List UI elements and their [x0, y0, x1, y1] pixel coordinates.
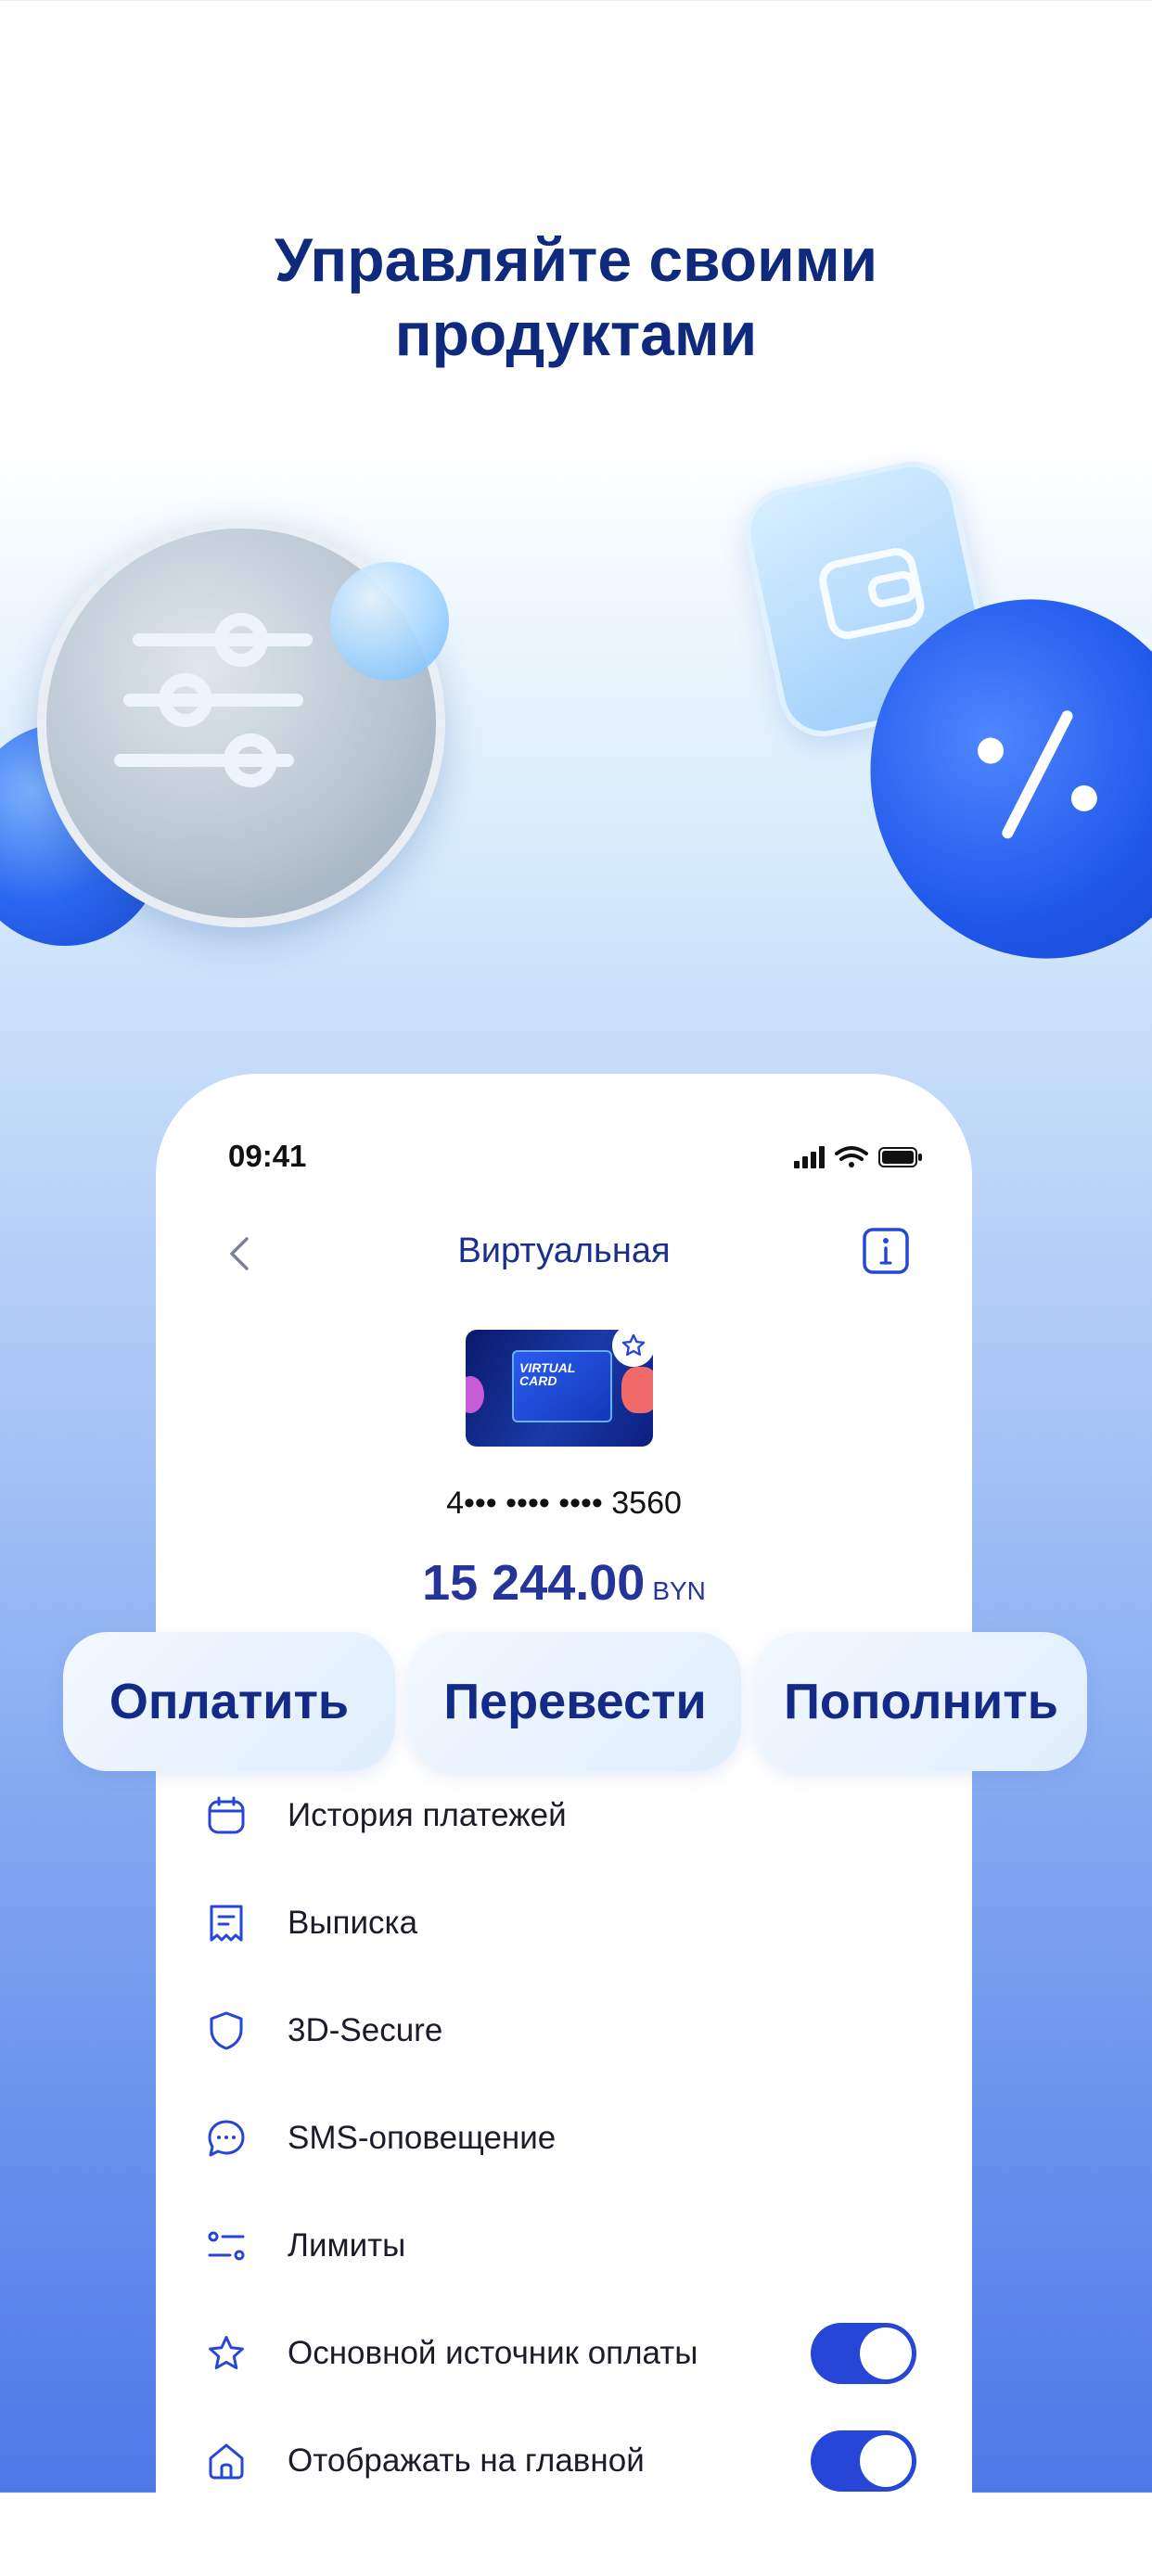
page-title: Виртуальная: [457, 1231, 671, 1270]
info-icon: [863, 1228, 909, 1274]
info-button[interactable]: [861, 1226, 911, 1276]
status-time: 09:41: [228, 1139, 307, 1173]
signal-icon: [794, 1146, 825, 1168]
percent-icon: [978, 710, 1097, 839]
calendar-icon: [204, 1793, 249, 1838]
card-decoration: [621, 1367, 653, 1413]
card-image-text-line2: CARD: [519, 1373, 557, 1388]
toggle-knob: [860, 2435, 912, 2487]
sliders-icon: [114, 613, 313, 787]
menu-item-show-on-main: Отображать на главной: [156, 2407, 972, 2515]
card-image-text: VIRTUAL CARD: [519, 1361, 575, 1387]
card-balance: 15 244.00 BYN: [156, 1554, 972, 1612]
small-sphere-decoration: [330, 562, 449, 681]
status-icons: [794, 1144, 924, 1175]
star-icon: [204, 2331, 249, 2376]
favorite-card-button[interactable]: [612, 1324, 655, 1367]
menu-item-main-payment-source: Основной источник оплаты: [156, 2300, 972, 2407]
transfer-button[interactable]: Перевести: [409, 1632, 741, 1771]
promo-headline: Управляйте своими продуктами: [0, 223, 1152, 371]
card-number: 4••• •••• •••• 3560: [446, 1486, 682, 1521]
menu-item-label: Выписка: [288, 1905, 418, 1941]
receipt-icon: [204, 1901, 249, 1945]
main-payment-source-toggle[interactable]: [811, 2323, 916, 2384]
menu-item-sms-notification[interactable]: SMS-оповещение: [156, 2085, 972, 2192]
pay-button[interactable]: Оплатить: [63, 1632, 395, 1771]
menu-item-limits[interactable]: Лимиты: [156, 2192, 972, 2300]
menu-item-label: Отображать на главной: [288, 2442, 645, 2479]
menu-item-statement[interactable]: Выписка: [156, 1869, 972, 1977]
balance-amount: 15 244.00: [422, 1555, 646, 1611]
battery-icon: [878, 1147, 922, 1167]
top-up-button[interactable]: Пополнить: [755, 1632, 1087, 1771]
wifi-icon: [835, 1146, 868, 1167]
menu-item-label: История платежей: [288, 1797, 567, 1833]
chat-icon: [204, 2116, 249, 2161]
card-options-list: История платежей Выписка 3D-Secure SMS-о…: [156, 1762, 972, 2515]
headline-line-1: Управляйте своими: [274, 225, 878, 294]
menu-item-payment-history[interactable]: История платежей: [156, 1762, 972, 1869]
menu-item-3d-secure[interactable]: 3D-Secure: [156, 1977, 972, 2085]
balance-currency: BYN: [652, 1576, 706, 1605]
card-decoration: [466, 1376, 484, 1413]
menu-item-label: SMS-оповещение: [288, 2120, 557, 2156]
menu-item-label: Лимиты: [288, 2227, 406, 2264]
status-bar: 09:41: [156, 1074, 972, 1176]
card-image-text-line1: VIRTUAL: [519, 1360, 576, 1375]
menu-item-label: Основной источник оплаты: [288, 2335, 698, 2371]
headline-line-2: продуктами: [394, 300, 758, 368]
star-icon: [621, 1333, 646, 1357]
home-icon: [204, 2439, 249, 2483]
show-on-main-toggle[interactable]: [811, 2430, 916, 2492]
sliders-icon: [204, 2224, 249, 2268]
wallet-icon: [819, 548, 925, 640]
shield-icon: [204, 2009, 249, 2053]
menu-item-label: 3D-Secure: [288, 2012, 443, 2048]
top-nav: Виртуальная: [156, 1213, 972, 1306]
toggle-knob: [860, 2327, 912, 2379]
action-buttons: Оплатить Перевести Пополнить: [63, 1632, 1089, 1771]
